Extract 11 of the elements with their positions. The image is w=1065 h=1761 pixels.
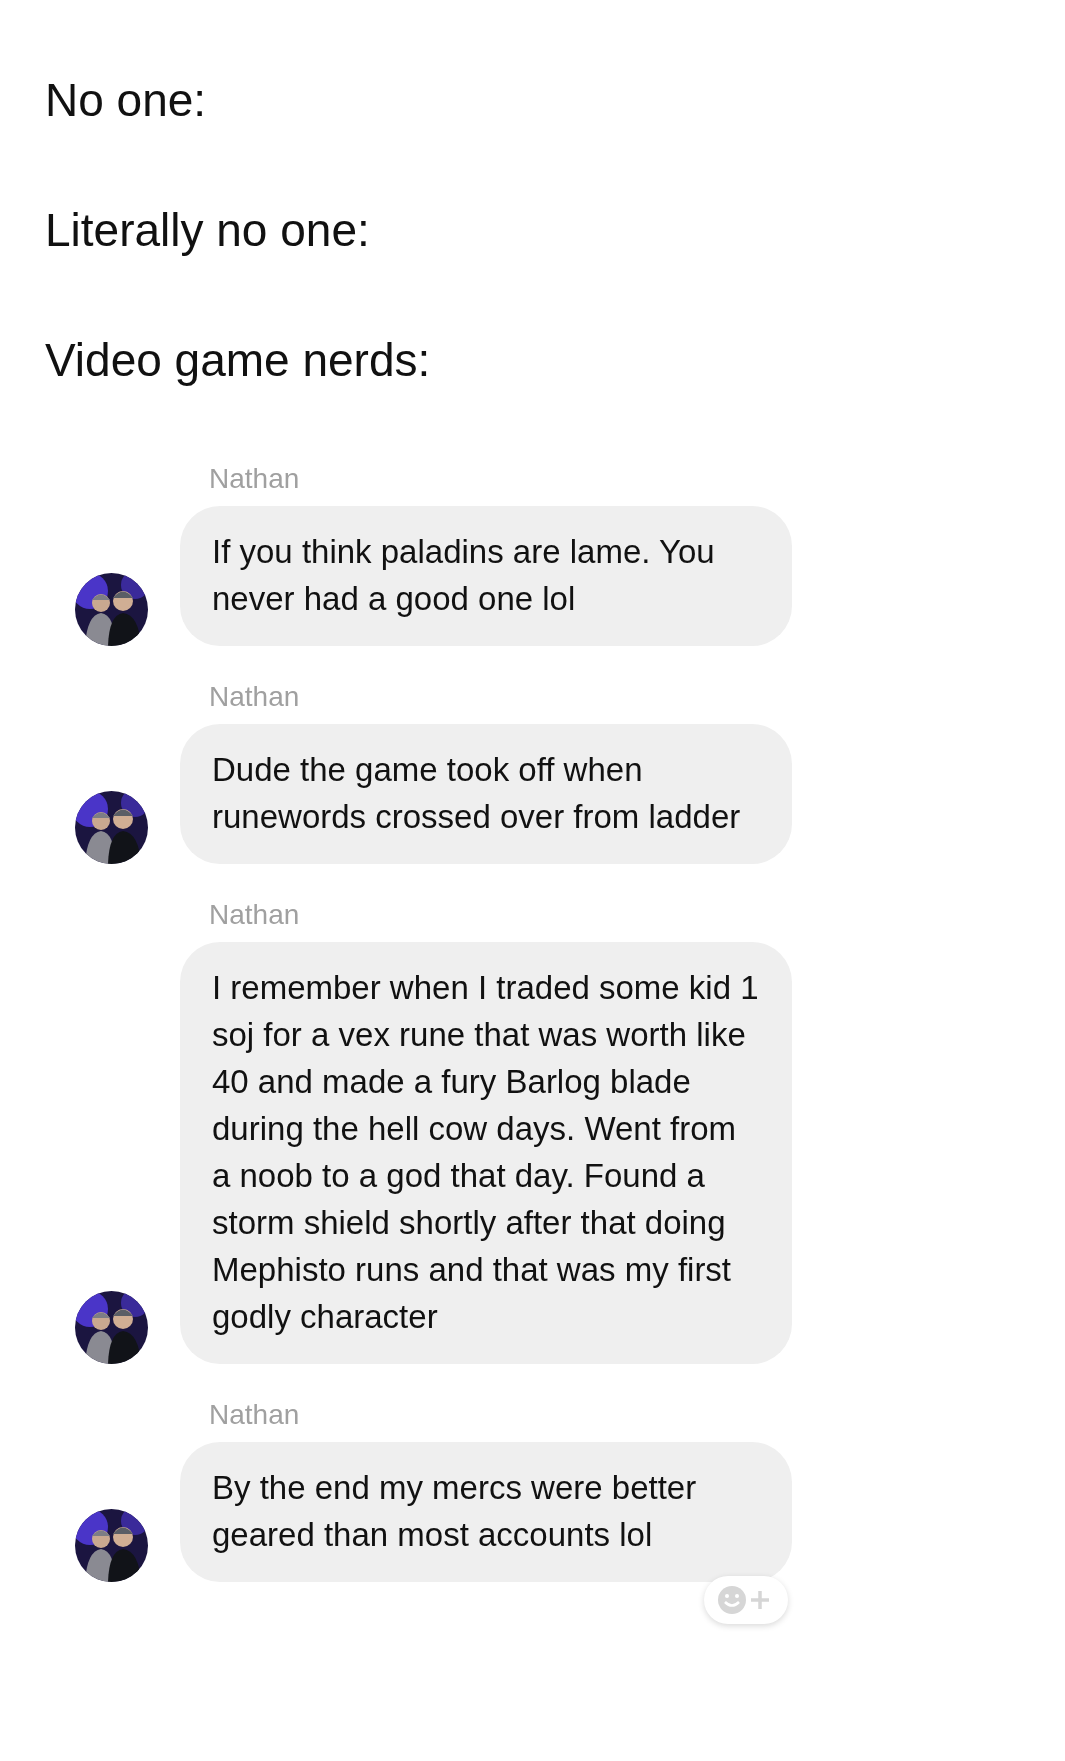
sender-name: Nathan	[209, 898, 300, 932]
message-bubble: If you think paladins are lame. You never had a good one lol	[180, 506, 792, 646]
caption-text: Literally no one:	[45, 203, 370, 258]
message-bubble: I remember when I traded some kid 1 soj for a vex rune that was worth like 40 and made a fury Barlog blade during the hell cow days. Went from a noob to a god that day. Found a storm shield shortly after that doing Mephisto runs and that was my first godly character	[180, 942, 792, 1364]
message-bubble: Dude the game took off when runewords crossed over from ladder	[180, 724, 792, 864]
sender-name: Nathan	[209, 680, 300, 714]
caption-text: No one:	[45, 73, 207, 128]
add-reaction-icon[interactable]	[704, 1576, 788, 1624]
sender-name: Nathan	[209, 462, 300, 496]
caption-text: Video game nerds:	[45, 333, 431, 388]
sender-name: Nathan	[209, 1398, 300, 1432]
